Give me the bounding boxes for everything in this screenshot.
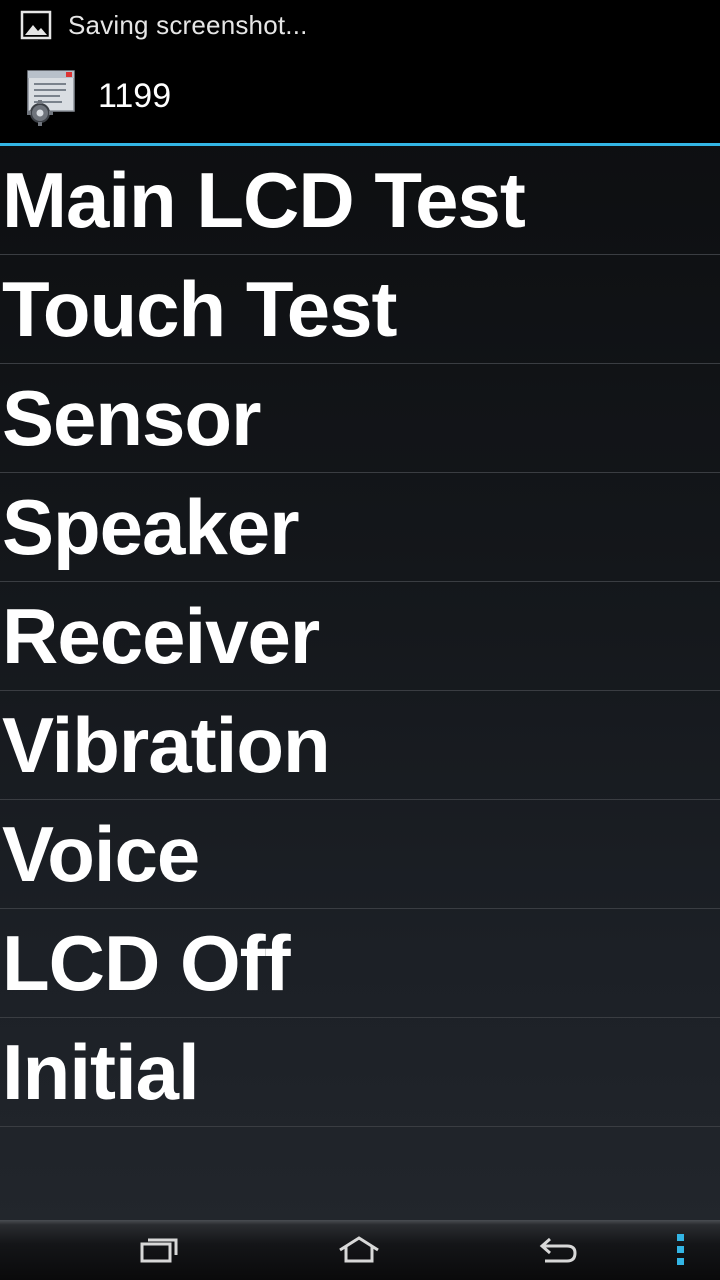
list-item-label: Initial [2, 1027, 200, 1116]
back-button[interactable] [527, 1228, 591, 1272]
list-item-label: Receiver [2, 591, 320, 680]
list-item-sensor[interactable]: Sensor [0, 364, 720, 473]
recent-apps-icon [140, 1238, 178, 1263]
overflow-menu-icon [677, 1234, 684, 1265]
home-icon [339, 1236, 379, 1263]
screen: Saving screenshot... 1199 Main LCD Test [0, 0, 720, 1280]
app-title: 1199 [98, 77, 172, 115]
list-item-speaker[interactable]: Speaker [0, 473, 720, 582]
list-item-lcd-off[interactable]: LCD Off [0, 909, 720, 1018]
list-item-label: Voice [2, 809, 200, 898]
list-item-vibration[interactable]: Vibration [0, 691, 720, 800]
list-item-label: Speaker [2, 482, 300, 571]
list-item-label: LCD Off [2, 918, 291, 1007]
action-bar: 1199 [0, 50, 720, 143]
test-menu-list: Main LCD Test Touch Test Sensor Speaker … [0, 146, 720, 1127]
navigation-bar [0, 1220, 720, 1280]
recent-apps-button[interactable] [128, 1228, 192, 1272]
home-button[interactable] [327, 1228, 391, 1272]
list-item-label: Touch Test [2, 264, 397, 353]
settings-document-icon [27, 69, 75, 126]
overflow-menu-button[interactable] [660, 1228, 700, 1272]
list-item-label: Vibration [2, 700, 331, 789]
list-item-main-lcd-test[interactable]: Main LCD Test [0, 146, 720, 255]
list-item-voice[interactable]: Voice [0, 800, 720, 909]
list-item-initial[interactable]: Initial [0, 1018, 720, 1127]
notification-text: Saving screenshot... [68, 9, 308, 40]
status-bar: Saving screenshot... [0, 0, 720, 50]
list-item-label: Main LCD Test [2, 155, 526, 244]
list-item-receiver[interactable]: Receiver [0, 582, 720, 691]
back-icon [539, 1237, 577, 1263]
list-item-touch-test[interactable]: Touch Test [0, 255, 720, 364]
list-item-label: Sensor [2, 373, 261, 462]
image-icon [20, 10, 52, 40]
